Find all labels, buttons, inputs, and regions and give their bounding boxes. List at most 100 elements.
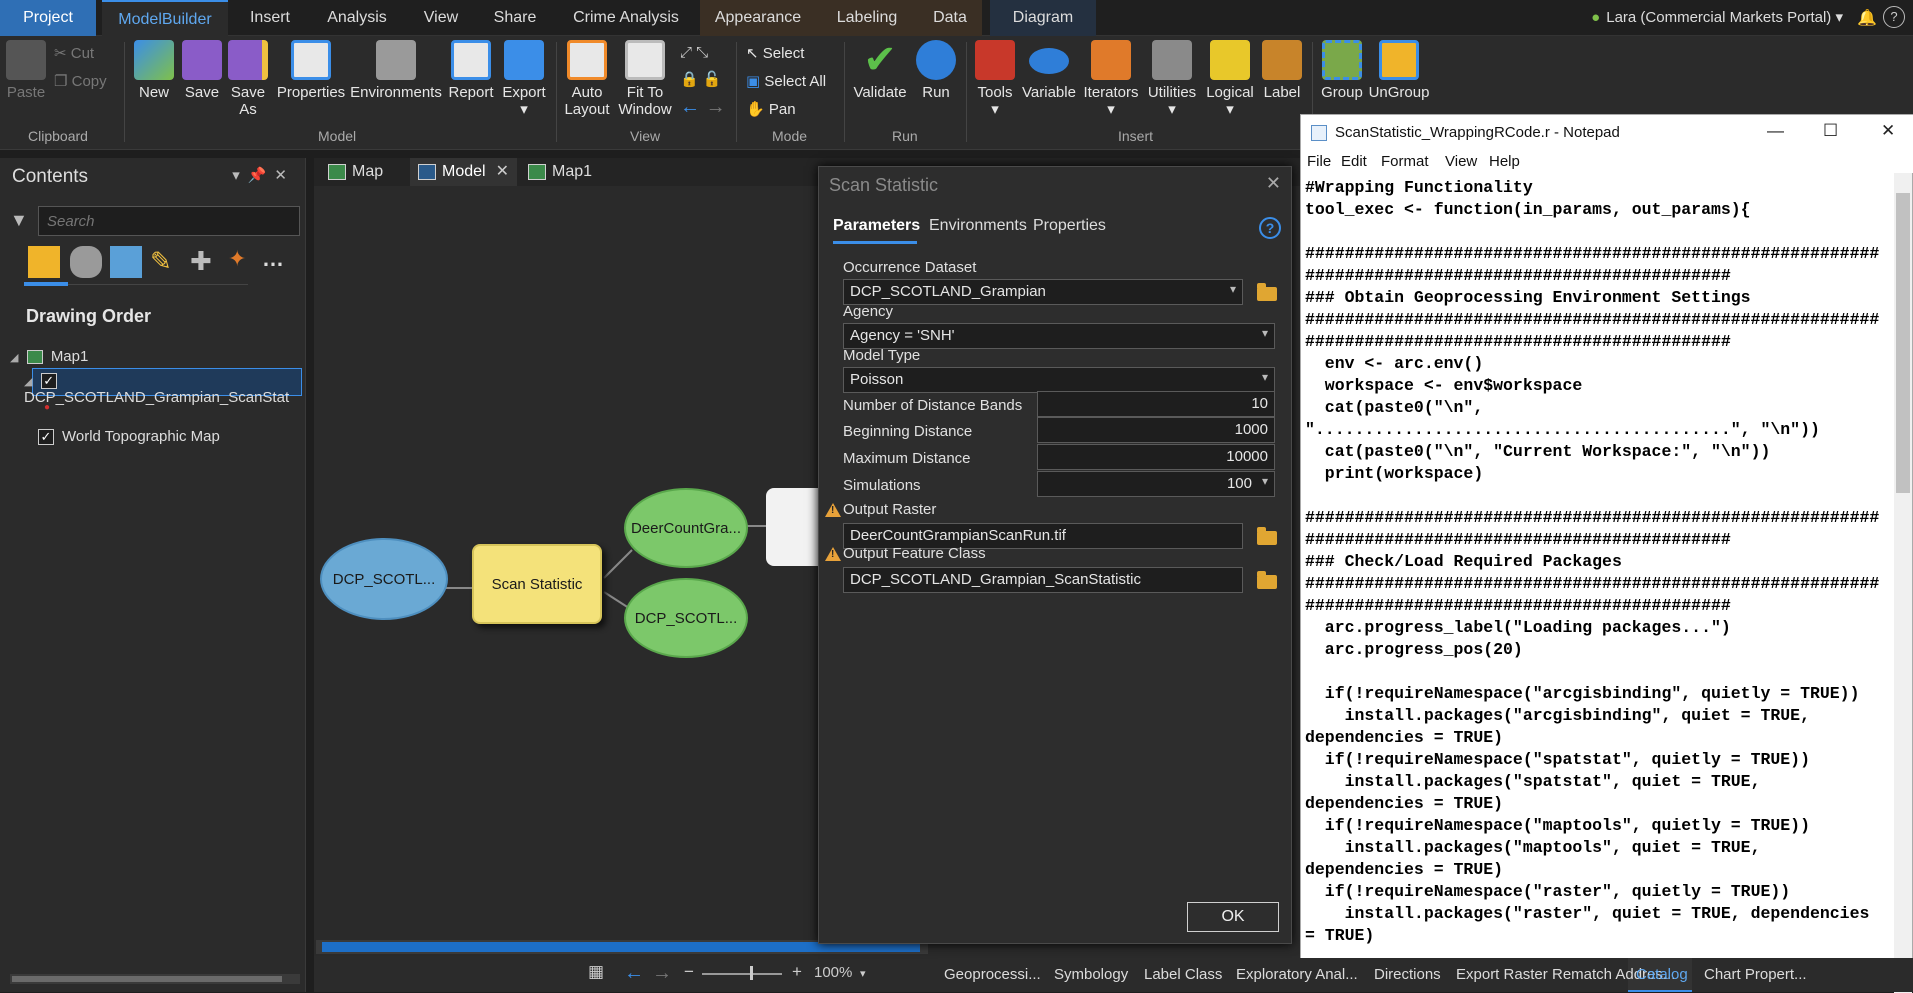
tab-exploratory-analysis[interactable]: Exploratory Anal... xyxy=(1236,966,1358,983)
copy-button[interactable]: ❐ Copy xyxy=(54,72,107,90)
tab-parameters[interactable]: Parameters xyxy=(833,217,920,235)
save-as-button[interactable]: Save As xyxy=(226,40,270,118)
menu-help[interactable]: Help xyxy=(1489,153,1520,170)
iterators-button[interactable]: Iterators ▾ xyxy=(1082,40,1140,118)
tab-map[interactable]: Map xyxy=(320,158,391,186)
tree-item-layer-scanstat[interactable]: ◢ ✓DCP_SCOTLAND_Grampian_ScanStat xyxy=(24,372,305,406)
environments-button[interactable]: Environments xyxy=(350,40,442,101)
chevron-down-icon[interactable]: ▾ xyxy=(860,967,866,980)
beginning-distance-input[interactable]: 1000 xyxy=(1037,417,1275,443)
occurrence-dataset-select[interactable]: DCP_SCOTLAND_Grampian ▾ xyxy=(843,279,1243,305)
model-node-input-dataset[interactable]: DCP_SCOTL... xyxy=(320,538,448,620)
tab-data[interactable]: Data xyxy=(918,0,982,36)
data-source-icon[interactable] xyxy=(70,246,102,278)
ok-button[interactable]: OK xyxy=(1187,902,1279,932)
folder-icon[interactable] xyxy=(1257,283,1277,301)
scrollbar-thumb[interactable] xyxy=(1896,193,1910,493)
lock-icon[interactable]: 🔒 🔓 xyxy=(680,70,722,88)
folder-icon[interactable] xyxy=(1257,571,1277,589)
tree-item-map[interactable]: ◢ Map1 xyxy=(10,348,88,365)
tab-share[interactable]: Share xyxy=(480,0,550,36)
tab-crime-analysis[interactable]: Crime Analysis xyxy=(558,0,694,36)
menu-edit[interactable]: Edit xyxy=(1341,153,1367,170)
simulations-select[interactable]: 100 ▾ xyxy=(1037,471,1275,497)
select-button[interactable]: ↖ Select xyxy=(746,44,804,62)
new-model-button[interactable]: New xyxy=(132,40,176,101)
close-icon[interactable]: ✕ xyxy=(1881,121,1895,141)
tab-labeling[interactable]: Labeling xyxy=(816,0,918,36)
notification-icon[interactable]: 🔔 xyxy=(1857,8,1877,28)
model-node-output-feature-class[interactable]: DCP_SCOTL... xyxy=(624,578,748,658)
paste-button[interactable]: Paste xyxy=(6,40,46,101)
back-arrow-icon[interactable]: ← xyxy=(624,962,644,985)
more-icon[interactable]: … xyxy=(262,246,294,278)
tab-modelbuilder[interactable]: ModelBuilder xyxy=(102,0,228,36)
pane-controls[interactable]: ▾📌✕ xyxy=(232,166,295,184)
tab-environments[interactable]: Environments xyxy=(929,217,1027,235)
selection-icon[interactable] xyxy=(110,246,142,278)
forward-arrow-icon[interactable]: → xyxy=(706,96,726,118)
select-all-button[interactable]: ▣ Select All xyxy=(746,72,826,90)
folder-icon[interactable] xyxy=(1257,527,1277,545)
tab-label-class[interactable]: Label Class xyxy=(1144,966,1222,983)
tab-symbology[interactable]: Symbology xyxy=(1054,966,1128,983)
collapse-icon[interactable]: ◢ xyxy=(10,352,18,364)
zoom-in-icon[interactable]: ⤢ ⤡ xyxy=(680,44,708,61)
filter-icon[interactable]: ▼ xyxy=(10,210,28,231)
tab-geoprocessing[interactable]: Geoprocessi... xyxy=(944,966,1041,983)
editing-icon[interactable]: ✎ xyxy=(150,246,182,278)
ungroup-button[interactable]: UnGroup xyxy=(1368,40,1430,101)
help-icon[interactable]: ? xyxy=(1883,6,1905,28)
tab-catalog[interactable]: Catalog xyxy=(1636,966,1688,983)
minimize-icon[interactable]: — xyxy=(1767,121,1784,141)
tab-export-raster[interactable]: Export Raster xyxy=(1456,966,1548,983)
close-icon[interactable]: ✕ xyxy=(274,167,295,184)
fit-to-window-button[interactable]: Fit To Window xyxy=(616,40,674,118)
group-button[interactable]: Group xyxy=(1318,40,1366,101)
tab-properties[interactable]: Properties xyxy=(1033,217,1106,235)
tab-chart-properties[interactable]: Chart Propert... xyxy=(1704,966,1807,983)
model-type-select[interactable]: Poisson ▾ xyxy=(843,367,1275,393)
variable-button[interactable]: Variable xyxy=(1022,40,1076,101)
user-account[interactable]: ● Lara (Commercial Markets Portal) ▾ xyxy=(1591,0,1843,36)
cut-button[interactable]: ✂ Cut xyxy=(54,44,94,62)
fit-icon[interactable]: ▦ xyxy=(588,962,604,982)
model-node-output-raster[interactable]: DeerCountGra... xyxy=(624,488,748,568)
forward-arrow-icon[interactable]: → xyxy=(652,962,672,985)
menu-file[interactable]: File xyxy=(1307,153,1331,170)
chevron-down-icon[interactable]: ▾ xyxy=(232,167,248,184)
utilities-button[interactable]: Utilities ▾ xyxy=(1144,40,1200,118)
help-icon[interactable]: ? xyxy=(1259,217,1281,239)
tab-model[interactable]: Model ✕ xyxy=(410,158,517,186)
label-button[interactable]: Label xyxy=(1260,40,1304,101)
model-node-partial[interactable] xyxy=(766,488,826,566)
scrollbar-thumb[interactable] xyxy=(12,976,282,982)
menu-view[interactable]: View xyxy=(1445,153,1477,170)
distance-bands-input[interactable]: 10 xyxy=(1037,391,1275,417)
notepad-titlebar[interactable]: ScanStatistic_WrappingRCode.r - Notepad … xyxy=(1301,115,1913,149)
report-button[interactable]: Report xyxy=(446,40,496,101)
save-button[interactable]: Save xyxy=(180,40,224,101)
drawing-order-icon[interactable] xyxy=(28,246,60,278)
validate-button[interactable]: ✔ Validate xyxy=(850,40,910,101)
zoom-out-button[interactable]: − xyxy=(684,962,694,982)
maximum-distance-input[interactable]: 10000 xyxy=(1037,444,1275,470)
model-node-scan-statistic[interactable]: Scan Statistic xyxy=(472,544,602,624)
tools-button[interactable]: Tools ▾ xyxy=(972,40,1018,118)
output-feature-class-input[interactable]: DCP_SCOTLAND_Grampian_ScanStatistic xyxy=(843,567,1243,593)
pin-icon[interactable]: 📌 xyxy=(248,167,275,184)
collapse-icon[interactable]: ◢ xyxy=(24,376,32,388)
tab-directions[interactable]: Directions xyxy=(1374,966,1441,983)
close-icon[interactable]: ✕ xyxy=(1266,173,1281,194)
pan-button[interactable]: ✋ Pan xyxy=(746,100,796,118)
zoom-in-button[interactable]: + xyxy=(792,962,802,982)
auto-layout-button[interactable]: Auto Layout xyxy=(562,40,612,118)
logical-button[interactable]: Logical ▾ xyxy=(1204,40,1256,118)
labeling-icon[interactable]: ✦ xyxy=(228,246,260,278)
close-icon[interactable]: ✕ xyxy=(496,163,509,180)
agency-select[interactable]: Agency = 'SNH' ▾ xyxy=(843,323,1275,349)
contents-search-input[interactable] xyxy=(38,206,300,236)
tab-view[interactable]: View xyxy=(410,0,472,36)
run-button[interactable]: Run xyxy=(914,40,958,101)
zoom-slider[interactable] xyxy=(702,973,782,975)
